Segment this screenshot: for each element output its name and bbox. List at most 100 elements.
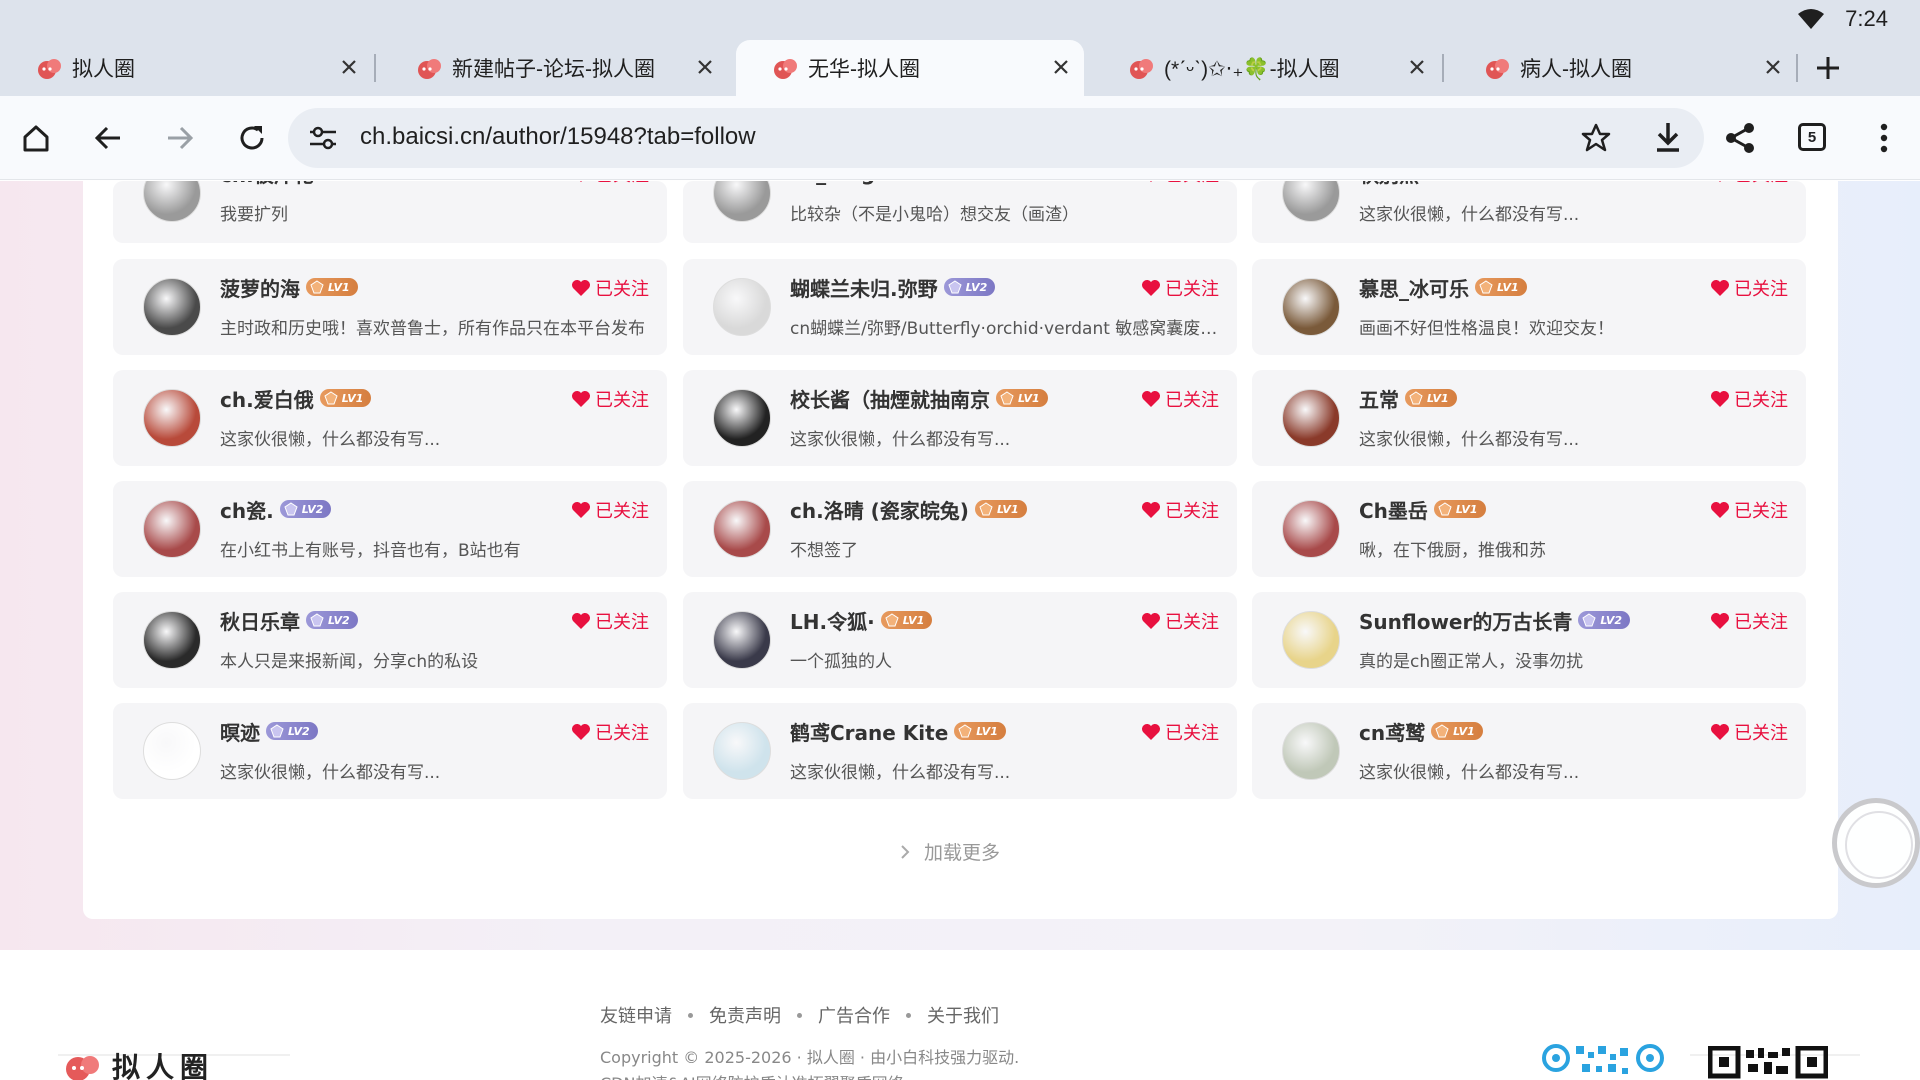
close-tab-button[interactable]: [336, 54, 362, 80]
avatar[interactable]: [713, 181, 771, 222]
avatar[interactable]: [1282, 611, 1340, 669]
avatar[interactable]: [713, 722, 771, 780]
download-icon[interactable]: [1652, 120, 1684, 154]
user-card[interactable]: ch.爱白俄 LV1 这家伙很懒，什么都没有写... 已关注: [113, 370, 667, 466]
avatar[interactable]: [1282, 722, 1340, 780]
user-card[interactable]: Sunflower的万古长青 LV2 真的是ch圈正常人，没事勿扰 已关注: [1252, 592, 1806, 688]
browser-tab[interactable]: 新建帖子-论坛-拟人圈: [380, 40, 728, 96]
avatar[interactable]: [713, 500, 771, 558]
followed-button[interactable]: 已关注: [571, 719, 649, 745]
followed-button[interactable]: 已关注: [1710, 275, 1788, 301]
url-text[interactable]: ch.baicsi.cn/author/15948?tab=follow: [360, 123, 756, 151]
floating-assist-button[interactable]: [1832, 798, 1920, 888]
user-card[interactable]: cn鸢鹫 LV1 这家伙很懒，什么都没有写... 已关注: [1252, 703, 1806, 799]
tab-switcher-button[interactable]: 5: [1798, 123, 1826, 151]
user-card[interactable]: ch.被斤花我要扩列 已关注: [113, 181, 667, 243]
followed-button[interactable]: 已关注: [1141, 181, 1219, 187]
followed-button[interactable]: 已关注: [1141, 719, 1219, 745]
user-name[interactable]: 秋日乐章: [220, 606, 300, 635]
user-name[interactable]: 蝴蝶兰未归.弥野: [790, 273, 938, 302]
followed-button[interactable]: 已关注: [1710, 608, 1788, 634]
user-name[interactable]: ch.爱白俄: [220, 384, 314, 413]
followed-button[interactable]: 已关注: [571, 275, 649, 301]
user-name[interactable]: 暝迹: [220, 717, 260, 746]
followed-button[interactable]: 已关注: [571, 181, 649, 187]
user-card[interactable]: 校长酱（抽煙就抽南京 LV1 这家伙很懒，什么都没有写... 已关注: [683, 370, 1237, 466]
followed-button[interactable]: 已关注: [1710, 719, 1788, 745]
home-button[interactable]: [14, 116, 58, 160]
avatar[interactable]: [143, 611, 201, 669]
user-card[interactable]: 暝迹 LV2 这家伙很懒，什么都没有写... 已关注: [113, 703, 667, 799]
menu-button[interactable]: [1862, 116, 1906, 160]
avatar[interactable]: [143, 722, 201, 780]
user-name[interactable]: cn鸢鹫: [1359, 717, 1425, 746]
close-tab-button[interactable]: [1760, 54, 1786, 80]
user-name[interactable]: 慕思_冰可乐: [1359, 273, 1469, 302]
user-name[interactable]: ch.洛晴 (瓷家皖兔): [790, 495, 969, 524]
user-name[interactable]: 五常: [1359, 384, 1399, 413]
avatar[interactable]: [1282, 500, 1340, 558]
user-card[interactable]: ch_long 比较杂（不是小鬼哈）想交友（画渣） 已关注: [683, 181, 1237, 243]
footer-link[interactable]: 关于我们: [927, 1002, 999, 1028]
load-more-button[interactable]: 加载更多: [900, 838, 1000, 865]
user-card[interactable]: 五常 LV1 这家伙很懒，什么都没有写... 已关注: [1252, 370, 1806, 466]
new-tab-button[interactable]: [1806, 46, 1850, 90]
user-card[interactable]: 秋别熬这家伙很懒，什么都没有写... 已关注: [1252, 181, 1806, 243]
address-bar[interactable]: ch.baicsi.cn/author/15948?tab=follow: [288, 108, 1704, 168]
footer-link[interactable]: 免责声明: [709, 1002, 781, 1028]
footer-logo[interactable]: 拟人圈: [60, 1051, 290, 1080]
user-card[interactable]: 蝴蝶兰未归.弥野 LV2 cn蝴蝶兰/弥野/Butterfly·orchid·ver…: [683, 259, 1237, 355]
browser-tab[interactable]: 病人-拟人圈: [1448, 40, 1796, 96]
user-name[interactable]: ch_long: [790, 181, 875, 185]
share-button[interactable]: [1718, 116, 1762, 160]
user-name[interactable]: LH.令狐·: [790, 606, 875, 635]
followed-button[interactable]: 已关注: [1141, 386, 1219, 412]
followed-button[interactable]: 已关注: [571, 608, 649, 634]
user-card[interactable]: 慕思_冰可乐 LV1 画画不好但性格温良！欢迎交友！ 已关注: [1252, 259, 1806, 355]
user-name[interactable]: 秋别熬: [1359, 181, 1419, 188]
avatar[interactable]: [143, 389, 201, 447]
user-card[interactable]: Ch墨岳 LV1 啾，在下俄厨，推俄和苏 已关注: [1252, 481, 1806, 577]
followed-button[interactable]: 已关注: [1141, 275, 1219, 301]
forward-button[interactable]: [158, 116, 202, 160]
avatar[interactable]: [713, 278, 771, 336]
avatar[interactable]: [143, 181, 201, 222]
user-card[interactable]: 菠萝的海 LV1 主时政和历史哦！喜欢普鲁士，所有作品只在本平台发布 已关注: [113, 259, 667, 355]
bookmark-star-icon[interactable]: [1580, 122, 1612, 154]
close-tab-button[interactable]: [1404, 54, 1430, 80]
browser-tab[interactable]: 拟人圈: [0, 40, 372, 96]
close-tab-button[interactable]: [692, 54, 718, 80]
user-name[interactable]: 校长酱（抽煙就抽南京: [790, 384, 990, 413]
reload-button[interactable]: [230, 116, 274, 160]
user-card[interactable]: ch.洛晴 (瓷家皖兔) LV1 不想签了 已关注: [683, 481, 1237, 577]
user-name[interactable]: 鹤鸢Crane Kite: [790, 717, 948, 746]
footer-link[interactable]: 友链申请: [600, 1002, 672, 1028]
browser-tab[interactable]: 无华-拟人圈: [736, 40, 1084, 96]
followed-button[interactable]: 已关注: [1710, 386, 1788, 412]
followed-button[interactable]: 已关注: [571, 386, 649, 412]
back-button[interactable]: [86, 116, 130, 160]
followed-button[interactable]: 已关注: [1141, 608, 1219, 634]
user-name[interactable]: ch.被斤花: [220, 181, 314, 188]
avatar[interactable]: [1282, 181, 1340, 222]
site-settings-icon[interactable]: [308, 124, 338, 152]
close-tab-button[interactable]: [1048, 54, 1074, 80]
user-name[interactable]: 菠萝的海: [220, 273, 300, 302]
user-card[interactable]: 鹤鸢Crane Kite LV1 这家伙很懒，什么都没有写... 已关注: [683, 703, 1237, 799]
followed-button[interactable]: 已关注: [1141, 497, 1219, 523]
user-card[interactable]: ch瓷. LV2 在小红书上有账号，抖音也有，B站也有 已关注: [113, 481, 667, 577]
avatar[interactable]: [143, 500, 201, 558]
avatar[interactable]: [713, 611, 771, 669]
footer-link[interactable]: 广告合作: [818, 1002, 890, 1028]
avatar[interactable]: [1282, 278, 1340, 336]
avatar[interactable]: [713, 389, 771, 447]
user-card[interactable]: LH.令狐· LV1 一个孤独的人 已关注: [683, 592, 1237, 688]
user-name[interactable]: ch瓷.: [220, 495, 274, 524]
followed-button[interactable]: 已关注: [1710, 181, 1788, 187]
avatar[interactable]: [1282, 389, 1340, 447]
browser-tab[interactable]: (*ˊᵕˋ)✩︎‧₊🍀-拟人圈: [1092, 40, 1440, 96]
followed-button[interactable]: 已关注: [1710, 497, 1788, 523]
user-card[interactable]: 秋日乐章 LV2 本人只是来报新闻，分享ch的私设 已关注: [113, 592, 667, 688]
user-name[interactable]: Sunflower的万古长青: [1359, 606, 1572, 635]
avatar[interactable]: [143, 278, 201, 336]
